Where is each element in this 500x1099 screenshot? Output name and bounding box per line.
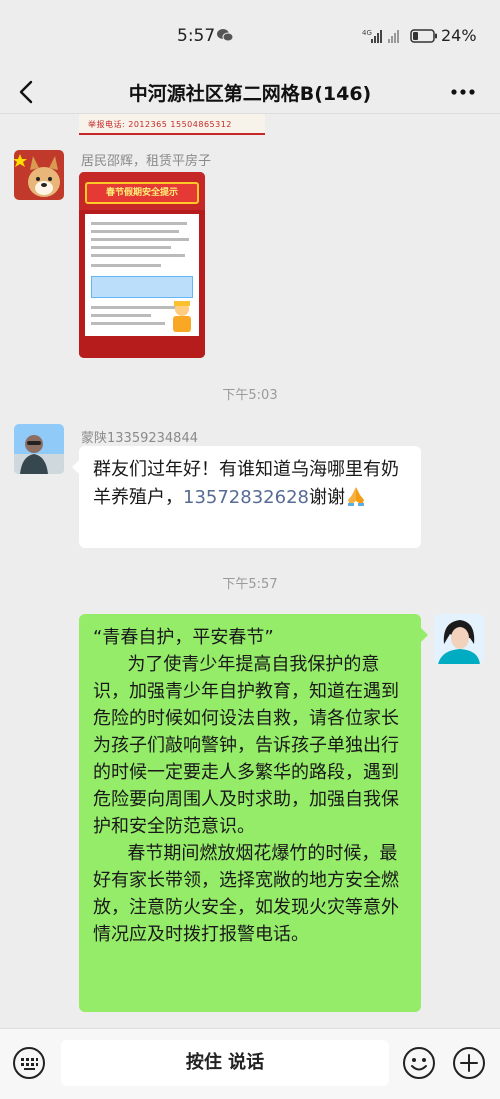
wechat-notification-icon xyxy=(217,29,233,42)
keyboard-icon[interactable] xyxy=(12,1046,46,1080)
hold-to-talk-button[interactable]: 按住 说话 xyxy=(61,1040,389,1086)
status-time: 5:57 xyxy=(177,26,216,46)
input-bar: 按住 说话 xyxy=(0,1028,500,1099)
message-text-end: 谢谢 xyxy=(308,487,345,508)
poster-text-line xyxy=(91,254,185,257)
poster-table xyxy=(91,276,193,298)
poster-footer xyxy=(79,338,205,358)
chat-header: 中河源社区第二网格B(146) xyxy=(0,70,500,114)
phone-number-link[interactable]: 13572832628 xyxy=(183,487,309,508)
message-timestamp: 下午5:57 xyxy=(222,577,278,592)
cartoon-figure-icon xyxy=(173,301,191,332)
avatar[interactable] xyxy=(14,150,64,200)
avatar[interactable] xyxy=(14,424,64,474)
person-avatar-icon xyxy=(14,424,64,474)
pray-emoji-icon xyxy=(347,487,364,506)
previous-image-caption: 举报电话: 2012365 15504865312 xyxy=(88,120,232,129)
message-timestamp: 下午5:03 xyxy=(222,388,278,403)
woman-avatar-icon xyxy=(434,614,484,664)
poster-text-line xyxy=(91,314,151,317)
message-list[interactable]: 举报电话: 2012365 15504865312 居民邵辉，租赁平房子 春节假… xyxy=(0,114,500,1028)
poster-text-line xyxy=(91,322,165,325)
previous-image-message[interactable]: 举报电话: 2012365 15504865312 xyxy=(79,114,265,135)
poster-text-line xyxy=(91,238,189,241)
image-message[interactable]: 春节假期安全提示 xyxy=(79,172,205,358)
incoming-text-bubble[interactable]: 群友们过年好！有谁知道乌海哪里有奶羊养殖户，13572832628谢谢 xyxy=(72,446,421,548)
status-bar: 5:57 4G 24% xyxy=(0,0,500,70)
poster-text-line xyxy=(91,246,171,249)
message-paragraph: 春节期间燃放烟花爆竹的时候，最好有家长带领，选择宽敞的地方安全燃放，注意防火安全… xyxy=(93,843,399,945)
self-avatar[interactable] xyxy=(434,614,484,664)
signal-icon: 4G xyxy=(362,29,399,43)
plus-circle-icon[interactable] xyxy=(452,1046,486,1080)
sender-name: 蒙陕13359234844 xyxy=(81,431,198,446)
poster-header: 春节假期安全提示 xyxy=(79,172,205,210)
chat-title: 中河源社区第二网格B(146) xyxy=(128,83,372,105)
poster-text-line xyxy=(91,222,187,225)
network-type-label: 4G xyxy=(362,29,372,37)
dog-avatar-icon xyxy=(14,150,64,200)
poster-body xyxy=(85,214,199,336)
more-dots-icon[interactable] xyxy=(448,80,478,104)
battery-percent: 24% xyxy=(441,26,477,45)
battery-icon xyxy=(410,29,437,43)
poster-text-line xyxy=(91,264,161,267)
poster-text-line xyxy=(91,230,179,233)
poster-title: 春节假期安全提示 xyxy=(85,182,199,204)
outgoing-text-bubble[interactable]: “青春自护，平安春节” 为了使青少年提高自我保护的意识，加强青少年自护教育，知道… xyxy=(79,614,428,1012)
emoji-icon[interactable] xyxy=(402,1046,436,1080)
message-paragraph: “青春自护，平安春节” xyxy=(93,627,274,648)
message-paragraph: 为了使青少年提高自我保护的意识，加强青少年自护教育，知道在遇到危险的时候如何设法… xyxy=(93,654,399,837)
sender-name: 居民邵辉，租赁平房子 xyxy=(81,154,212,169)
